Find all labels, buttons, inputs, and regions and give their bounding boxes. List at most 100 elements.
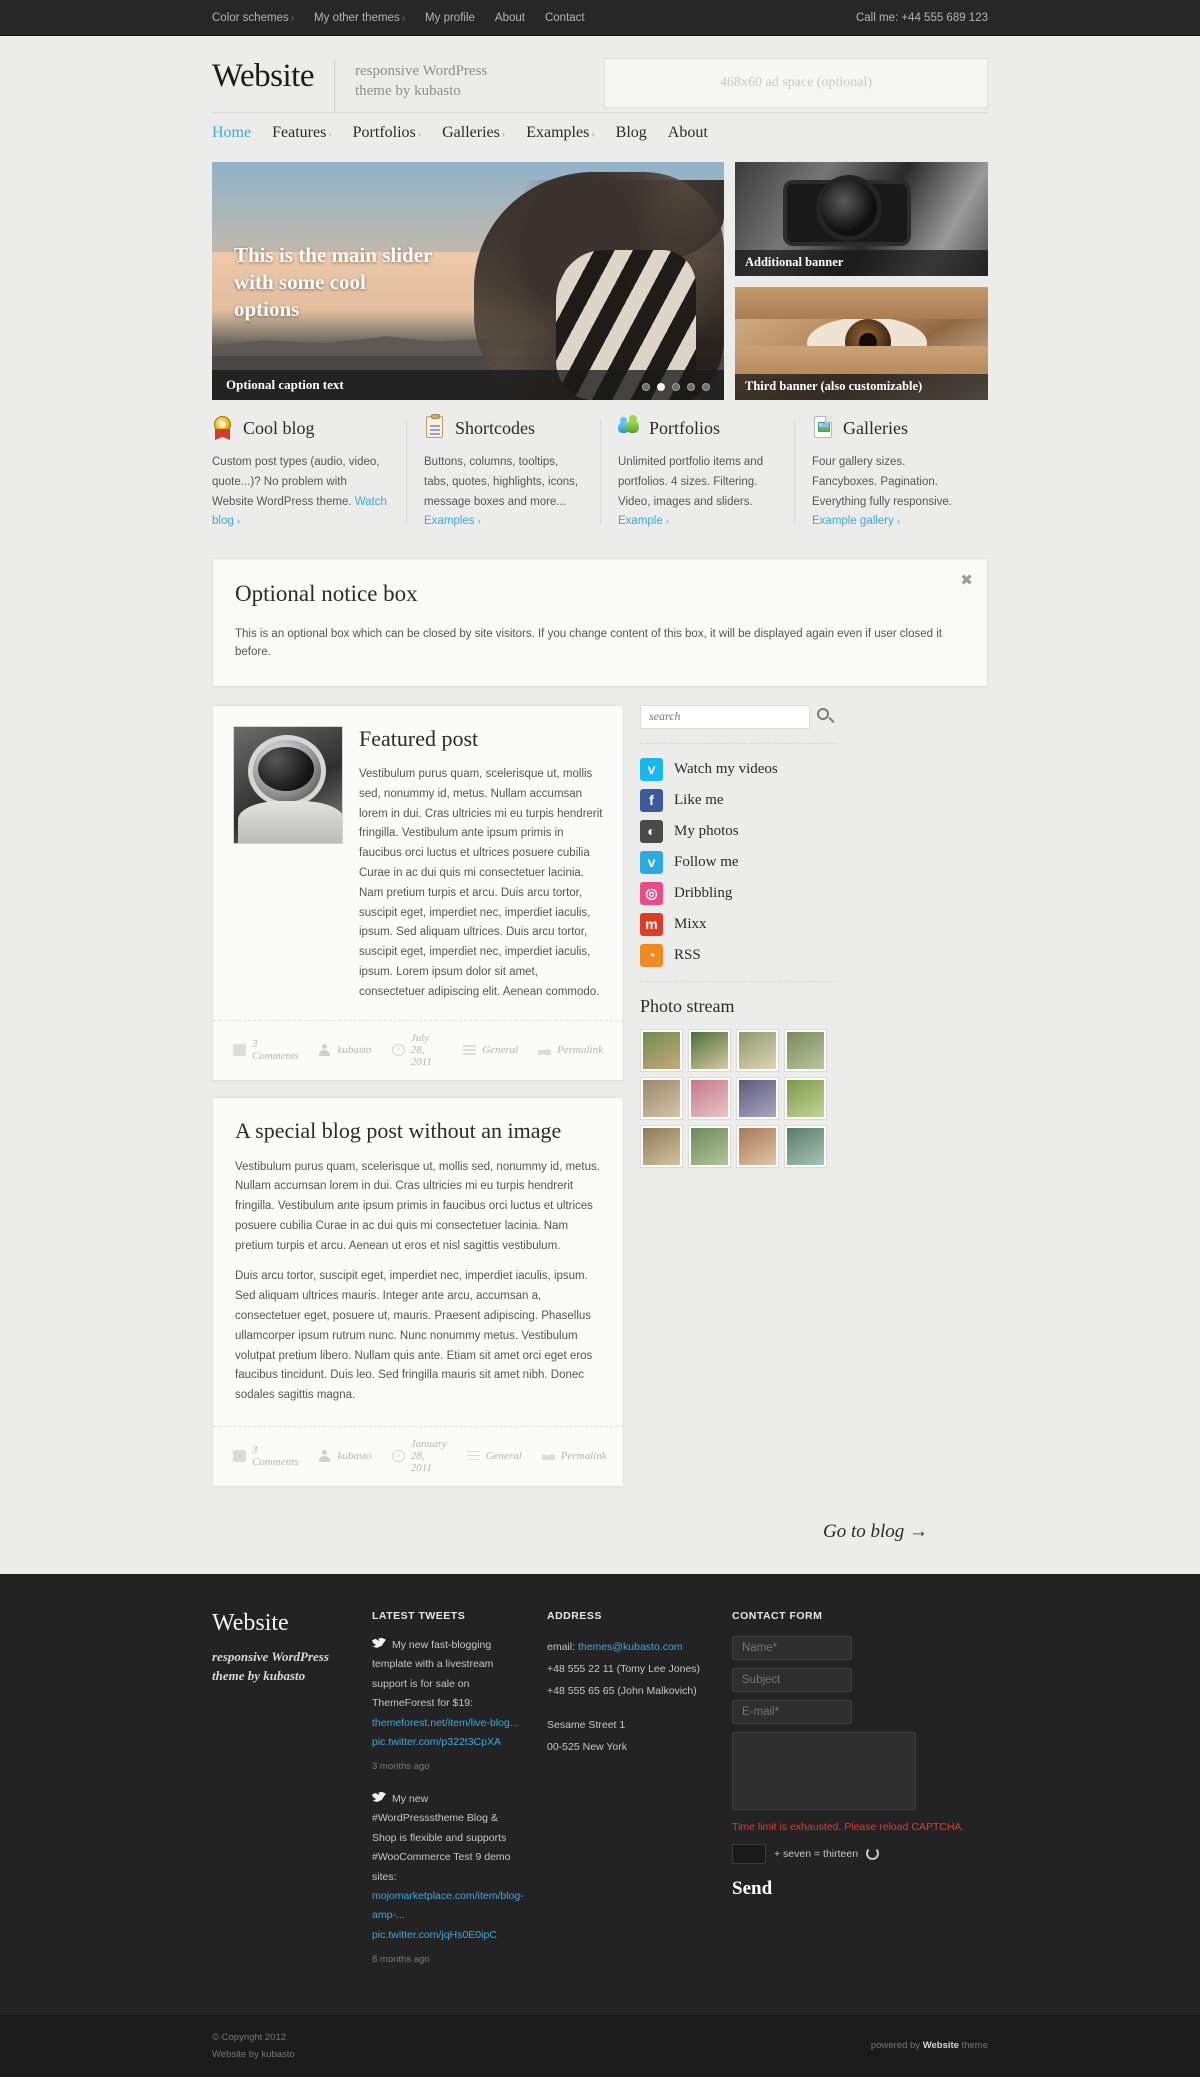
users-icon [618, 415, 640, 440]
footer-bottom: © Copyright 2012 Website by kubasto powe… [0, 2014, 1200, 2077]
tweet-link-0[interactable]: mojomarketplace.com/item/blog-amp-... [372, 1887, 524, 1926]
additional-banner[interactable]: Additional banner [735, 162, 988, 276]
site-logo[interactable]: Website [212, 60, 334, 93]
social-link-1[interactable]: f Like me [640, 788, 836, 812]
meta-item[interactable]: General [466, 1450, 522, 1462]
copyright-line-2: Website by kubasto [212, 2048, 295, 2060]
slider-dot-1[interactable] [642, 383, 650, 391]
feature-link[interactable]: Example › [618, 515, 669, 527]
main-nav-item-home[interactable]: Home [212, 124, 251, 142]
name-field[interactable] [732, 1635, 852, 1660]
social-label: Like me [674, 791, 724, 808]
meta-item[interactable]: Permalink [538, 1044, 603, 1056]
powered-suffix: theme [958, 2040, 988, 2052]
slider-dot-5[interactable] [702, 383, 710, 391]
photo-thumb-2[interactable] [736, 1028, 779, 1072]
notice-text: This is an optional box which can be clo… [235, 628, 942, 659]
features-row: Cool blog Custom post types (audio, vide… [212, 414, 988, 532]
photo-stream-grid [640, 1028, 836, 1168]
captcha-input[interactable] [732, 1843, 766, 1864]
photo-thumb-1[interactable] [688, 1028, 731, 1072]
footer-tweets-column: LATEST TWEETS My new fast-blogging templ… [372, 1610, 524, 1983]
photo-thumb-11[interactable] [784, 1124, 827, 1168]
photo-thumb-9[interactable] [688, 1124, 731, 1168]
tweet-timestamp: 3 months ago [372, 1761, 430, 1773]
camera-lens-art [821, 180, 877, 236]
main-nav-item-blog[interactable]: Blog [616, 124, 647, 142]
meta-item[interactable]: 3 Comments [233, 1444, 298, 1468]
main-nav-item-about[interactable]: About [668, 124, 708, 142]
main-nav-item-portfolios[interactable]: Portfolios › [353, 124, 421, 142]
ad-space[interactable]: 468x60 ad space (optional) [604, 58, 988, 108]
chevron-right-icon: › [591, 129, 595, 140]
feature-link[interactable]: Examples › [424, 515, 481, 527]
meta-item[interactable]: 3 Comments [233, 1038, 298, 1062]
main-nav-item-examples[interactable]: Examples › [526, 124, 594, 142]
search-icon[interactable] [816, 707, 836, 727]
social-link-6[interactable]: ◔ RSS [640, 943, 836, 967]
search-input[interactable] [640, 704, 810, 729]
post-title[interactable]: A special blog post without an image [235, 1118, 601, 1143]
subject-field[interactable] [732, 1667, 852, 1692]
reload-icon[interactable] [866, 1847, 880, 1861]
tweet-link-1[interactable]: pic.twitter.com/p322t3CpXA [372, 1733, 522, 1752]
top-nav-item-3[interactable]: About [495, 12, 525, 24]
post-meta: 3 Comments kubasto January 28, 2011 General… [213, 1425, 623, 1486]
main-slider[interactable]: This is the main slider with some cool o… [212, 162, 724, 400]
meta-item[interactable]: July 28, 2011 [391, 1032, 443, 1068]
top-nav-item-4[interactable]: Contact [545, 12, 585, 24]
go-to-blog-link[interactable]: Go to blog → [823, 1521, 928, 1542]
third-banner[interactable]: Third banner (also customizable) [735, 286, 988, 400]
tweet-text: My new fast-blogging template with a liv… [372, 1638, 494, 1710]
feature-link[interactable]: Watch blog › [212, 496, 387, 528]
message-field[interactable] [732, 1731, 916, 1810]
tweet-link-1[interactable]: pic.twitter.com/jqHs0E0ipC [372, 1926, 522, 1945]
tweet-link-0[interactable]: themeforest.net/item/live-blog... [372, 1714, 522, 1733]
footer-address-column: ADDRESS email: themes@kubasto.com +48 55… [547, 1610, 707, 1983]
meta-item[interactable]: kubasto [318, 1449, 372, 1462]
photo-thumb-7[interactable] [784, 1076, 827, 1120]
photo-thumb-4[interactable] [640, 1076, 683, 1120]
slider-dot-3[interactable] [672, 383, 680, 391]
social-links: v Watch my videos f Like me ◐ My photos … [640, 757, 836, 967]
meta-item[interactable]: January 28, 2011 [391, 1438, 447, 1474]
feature-link[interactable]: Example gallery › [812, 515, 900, 527]
top-nav-item-2[interactable]: My profile [425, 12, 475, 24]
twitter-bird-icon [372, 1792, 386, 1803]
post-title[interactable]: Featured post [359, 726, 603, 751]
chevron-right-icon: › [501, 129, 506, 140]
twitter-bird-icon [372, 1638, 386, 1649]
post-thumbnail[interactable] [233, 725, 343, 844]
top-nav-item-1[interactable]: My other themes › [314, 12, 405, 24]
slider-dot-4[interactable] [687, 383, 695, 391]
gallery-icon [812, 416, 834, 440]
photo-thumb-10[interactable] [736, 1124, 779, 1168]
photo-thumb-8[interactable] [640, 1124, 683, 1168]
slider-row: This is the main slider with some cool o… [212, 154, 988, 400]
photo-thumb-3[interactable] [784, 1028, 827, 1072]
send-button[interactable]: Send [732, 1878, 772, 1900]
meta-item[interactable]: General [463, 1044, 518, 1056]
photo-thumb-5[interactable] [688, 1076, 731, 1120]
social-link-0[interactable]: v Watch my videos [640, 757, 836, 781]
main-nav-item-features[interactable]: Features › [272, 124, 332, 142]
social-link-4[interactable]: ◎ Dribbling [640, 881, 836, 905]
eye-lower-lid-art [735, 346, 988, 374]
meta-item[interactable]: Permalink [541, 1450, 607, 1462]
top-bar: Color schemes › My other themes › My profile… [0, 0, 1200, 36]
photo-thumb-0[interactable] [640, 1028, 683, 1072]
main-nav-item-galleries[interactable]: Galleries › [442, 124, 505, 142]
social-link-2[interactable]: ◐ My photos [640, 819, 836, 843]
phone-2: +48 555 65 65 (John Malkovich) [547, 1684, 697, 1697]
meta-item[interactable]: kubasto [318, 1044, 372, 1057]
photo-thumb-6[interactable] [736, 1076, 779, 1120]
slider-dots[interactable] [642, 383, 710, 391]
email-field[interactable] [732, 1699, 852, 1724]
social-link-5[interactable]: m Mixx [640, 912, 836, 936]
top-nav-item-0[interactable]: Color schemes › [212, 12, 294, 24]
social-link-3[interactable]: ᴠ Follow me [640, 850, 836, 874]
slider-dot-2[interactable] [657, 383, 665, 391]
close-icon[interactable]: ✖ [960, 571, 973, 589]
email-link[interactable]: themes@kubasto.com [578, 1641, 683, 1653]
third-banner-label: Third banner (also customizable) [735, 374, 988, 400]
